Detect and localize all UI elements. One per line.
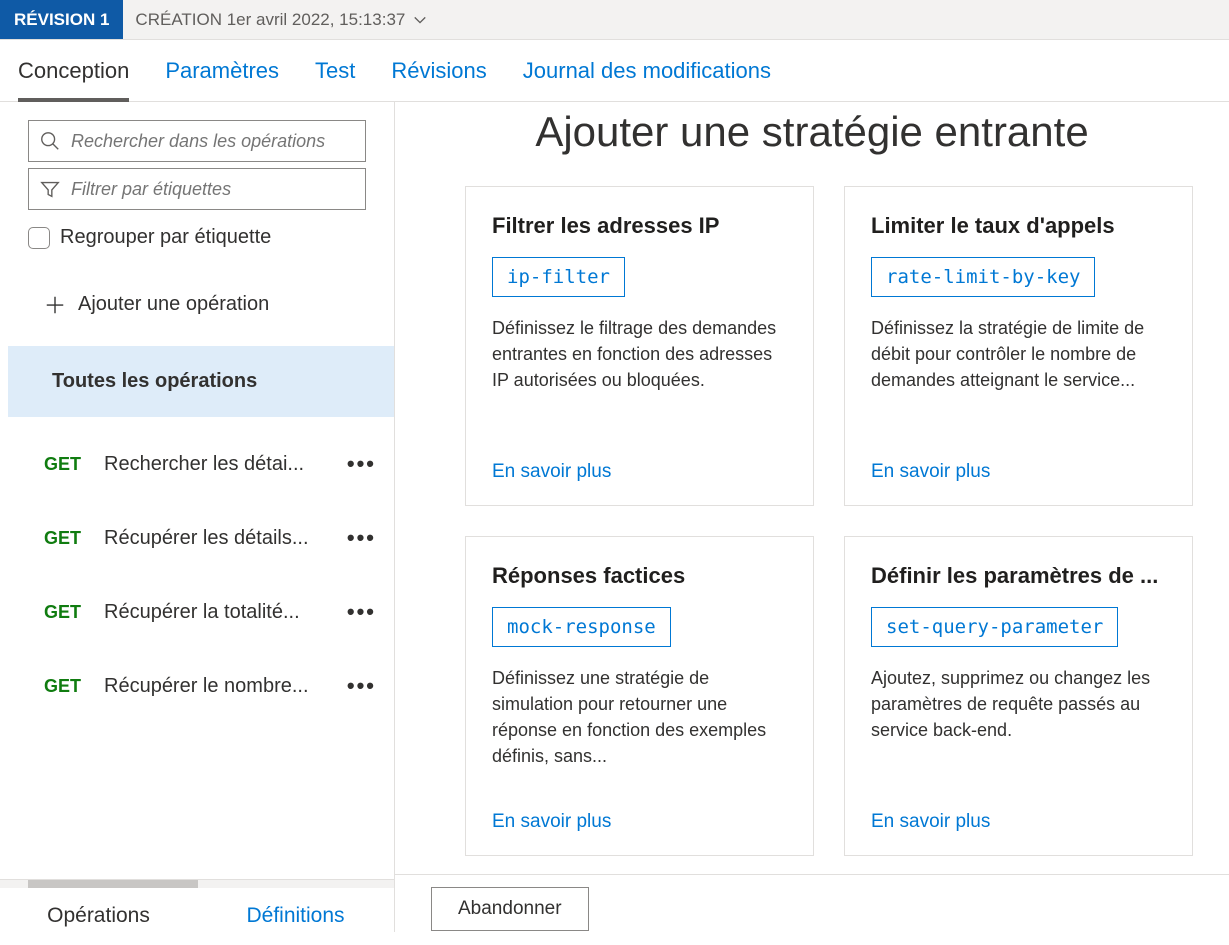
group-checkbox[interactable] — [28, 227, 50, 249]
filter-icon — [39, 178, 61, 200]
creation-timestamp: CRÉATION 1er avril 2022, 15:13:37 — [135, 10, 405, 30]
http-method: GET — [44, 528, 86, 549]
add-operation-label: Ajouter une opération — [78, 293, 269, 316]
operation-name: Récupérer les détails... — [104, 527, 323, 550]
card-title: Réponses factices — [492, 563, 789, 589]
card-code: mock-response — [492, 607, 671, 647]
more-icon[interactable]: ••• — [341, 673, 382, 699]
operation-item[interactable]: GET Rechercher les détai... ••• — [8, 427, 394, 501]
add-operation-button[interactable]: Ajouter une opération — [44, 293, 366, 316]
operation-name: Récupérer le nombre... — [104, 675, 323, 698]
operation-item[interactable]: GET Récupérer le nombre... ••• — [8, 649, 394, 723]
policy-card-rate-limit[interactable]: Limiter le taux d'appels rate-limit-by-k… — [844, 186, 1193, 506]
tab-changelog[interactable]: Journal des modifications — [523, 58, 771, 101]
tab-settings[interactable]: Paramètres — [165, 58, 279, 101]
learn-more-link[interactable]: En savoir plus — [871, 461, 1168, 483]
operation-item[interactable]: GET Récupérer la totalité... ••• — [8, 575, 394, 649]
main-tabs: Conception Paramètres Test Révisions Jou… — [0, 40, 1229, 102]
card-description: Ajoutez, supprimez ou changez les paramè… — [871, 665, 1168, 793]
group-by-tag-row[interactable]: Regrouper par étiquette — [28, 226, 366, 249]
operations-sidebar: Regrouper par étiquette Ajouter une opér… — [0, 102, 395, 932]
policy-cards-grid: Filtrer les adresses IP ip-filter Défini… — [395, 186, 1229, 856]
operations-list: GET Rechercher les détai... ••• GET Récu… — [8, 427, 394, 723]
revision-dropdown[interactable]: CRÉATION 1er avril 2022, 15:13:37 — [123, 0, 439, 39]
filter-tags[interactable] — [28, 168, 366, 210]
card-code: set-query-parameter — [871, 607, 1118, 647]
tab-test[interactable]: Test — [315, 58, 355, 101]
policy-card-ip-filter[interactable]: Filtrer les adresses IP ip-filter Défini… — [465, 186, 814, 506]
tab-design[interactable]: Conception — [18, 58, 129, 102]
all-operations-item[interactable]: Toutes les opérations — [8, 346, 394, 417]
policy-card-set-query-parameter[interactable]: Définir les paramètres de ... set-query-… — [844, 536, 1193, 856]
scrollbar-thumb[interactable] — [28, 880, 198, 888]
tab-revisions[interactable]: Révisions — [391, 58, 486, 101]
operation-name: Rechercher les détai... — [104, 453, 323, 476]
card-description: Définissez le filtrage des demandes entr… — [492, 315, 789, 443]
more-icon[interactable]: ••• — [341, 451, 382, 477]
learn-more-link[interactable]: En savoir plus — [871, 811, 1168, 833]
card-description: Définissez la stratégie de limite de déb… — [871, 315, 1168, 443]
tab-operations[interactable]: Opérations — [0, 900, 197, 932]
search-input[interactable] — [71, 131, 355, 152]
search-icon — [39, 130, 61, 152]
policy-card-mock-response[interactable]: Réponses factices mock-response Définiss… — [465, 536, 814, 856]
revision-badge[interactable]: RÉVISION 1 — [0, 0, 123, 39]
abandon-button[interactable]: Abandonner — [431, 887, 589, 931]
search-operations[interactable] — [28, 120, 366, 162]
revision-bar: RÉVISION 1 CRÉATION 1er avril 2022, 15:1… — [0, 0, 1229, 40]
filter-input[interactable] — [71, 179, 355, 200]
page-title: Ajouter une stratégie entrante — [395, 108, 1229, 156]
card-description: Définissez une stratégie de simulation p… — [492, 665, 789, 793]
more-icon[interactable]: ••• — [341, 525, 382, 551]
http-method: GET — [44, 676, 86, 697]
http-method: GET — [44, 602, 86, 623]
learn-more-link[interactable]: En savoir plus — [492, 461, 789, 483]
operation-name: Récupérer la totalité... — [104, 601, 323, 624]
horizontal-scrollbar[interactable] — [0, 880, 394, 888]
card-code: rate-limit-by-key — [871, 257, 1095, 297]
card-title: Limiter le taux d'appels — [871, 213, 1168, 239]
chevron-down-icon — [413, 13, 427, 27]
card-title: Filtrer les adresses IP — [492, 213, 789, 239]
footer-bar: Abandonner — [395, 874, 1229, 931]
tab-definitions[interactable]: Définitions — [197, 900, 394, 932]
card-title: Définir les paramètres de ... — [871, 563, 1168, 589]
sidebar-bottom-tabs: Opérations Définitions — [0, 888, 394, 932]
operation-item[interactable]: GET Récupérer les détails... ••• — [8, 501, 394, 575]
group-label: Regrouper par étiquette — [60, 226, 271, 249]
plus-icon — [44, 294, 66, 316]
card-code: ip-filter — [492, 257, 625, 297]
main-panel: Ajouter une stratégie entrante Filtrer l… — [395, 102, 1229, 932]
http-method: GET — [44, 454, 86, 475]
more-icon[interactable]: ••• — [341, 599, 382, 625]
learn-more-link[interactable]: En savoir plus — [492, 811, 789, 833]
